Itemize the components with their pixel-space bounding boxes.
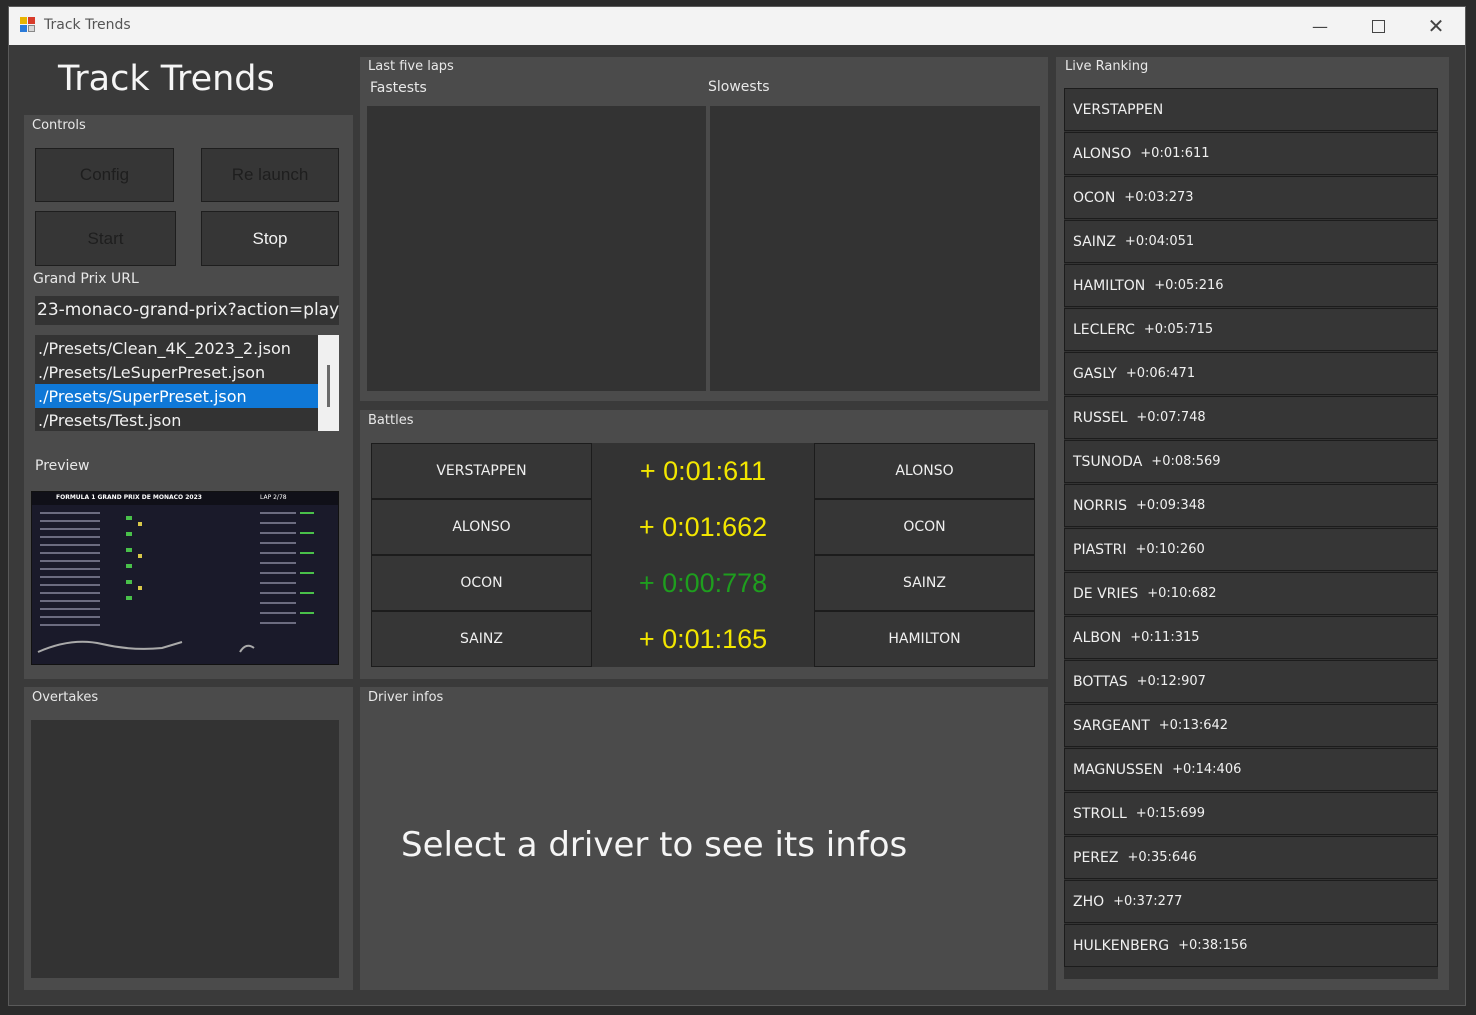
stop-button[interactable]: Stop bbox=[201, 211, 339, 266]
ranking-row[interactable]: ALBON +0:11:315 bbox=[1064, 616, 1438, 659]
grand-prix-url-label: Grand Prix URL bbox=[33, 271, 139, 287]
preset-list-item[interactable]: ./Presets/Clean_4K_2023_2.json bbox=[35, 336, 318, 360]
ranking-row[interactable]: GASLY +0:06:471 bbox=[1064, 352, 1438, 395]
ranking-row[interactable]: HULKENBERG +0:38:156 bbox=[1064, 924, 1438, 967]
main-window: Track Trends — ✕ Track Trends Controls C… bbox=[8, 6, 1466, 1006]
ranking-row[interactable]: DE VRIES +0:10:682 bbox=[1064, 572, 1438, 615]
preset-list-scrollbar[interactable] bbox=[318, 335, 339, 431]
live-ranking-group: Live Ranking VERSTAPPEN ALONSO +0:01:611 … bbox=[1056, 57, 1449, 990]
preview-image: FORMULA 1 GRAND PRIX DE MONACO 2023 LAP … bbox=[31, 491, 339, 665]
ranking-row[interactable]: MAGNUSSEN +0:14:406 bbox=[1064, 748, 1438, 791]
last-five-laps-group: Last five laps Fastests Slowests bbox=[360, 57, 1048, 401]
ranking-row[interactable]: SARGEANT +0:13:642 bbox=[1064, 704, 1438, 747]
last-five-laps-label: Last five laps bbox=[368, 59, 454, 74]
config-button[interactable]: Config bbox=[35, 148, 174, 202]
ranking-row[interactable]: NORRIS +0:09:348 bbox=[1064, 484, 1438, 527]
overtakes-group: Overtakes bbox=[24, 687, 353, 990]
battle-driver-ahead[interactable]: SAINZ bbox=[371, 611, 592, 667]
preset-list-item[interactable]: ./Presets/LeSuperPreset.json bbox=[35, 360, 318, 384]
ranking-row[interactable]: SAINZ +0:04:051 bbox=[1064, 220, 1438, 263]
close-icon: ✕ bbox=[1427, 14, 1445, 38]
overtakes-label: Overtakes bbox=[32, 690, 99, 705]
controls-group: Controls Config Re launch Start Stop Gra… bbox=[24, 115, 353, 679]
preview-label: Preview bbox=[35, 458, 90, 474]
window-title: Track Trends bbox=[44, 17, 131, 33]
preview-thumb-graphics bbox=[37, 512, 314, 653]
ranking-row[interactable]: HAMILTON +0:05:216 bbox=[1064, 264, 1438, 307]
preset-list[interactable]: ./Presets/Clean_4K_2023_2.json ./Presets… bbox=[35, 335, 339, 431]
relaunch-button[interactable]: Re launch bbox=[201, 148, 339, 202]
battle-gap: + 0:01:165 bbox=[592, 611, 814, 667]
battle-gap: + 0:00:778 bbox=[592, 555, 814, 611]
battle-driver-ahead[interactable]: VERSTAPPEN bbox=[371, 443, 592, 499]
ranking-row[interactable]: STROLL +0:15:699 bbox=[1064, 792, 1438, 835]
title-bar[interactable]: Track Trends — ✕ bbox=[9, 7, 1465, 45]
driver-infos-placeholder: Select a driver to see its infos bbox=[401, 825, 908, 865]
maximize-icon bbox=[1371, 19, 1385, 33]
start-button[interactable]: Start bbox=[35, 211, 176, 266]
grand-prix-url-input[interactable]: 23-monaco-grand-prix?action=play bbox=[35, 296, 339, 325]
live-ranking-list[interactable]: VERSTAPPEN ALONSO +0:01:611 OCON +0:03:273… bbox=[1064, 88, 1438, 979]
battle-driver-ahead[interactable]: ALONSO bbox=[371, 499, 592, 555]
minimize-button[interactable]: — bbox=[1291, 7, 1349, 45]
driver-infos-group: Driver infos Select a driver to see its … bbox=[360, 687, 1048, 990]
ranking-row[interactable]: PIASTRI +0:10:260 bbox=[1064, 528, 1438, 571]
close-button[interactable]: ✕ bbox=[1407, 7, 1465, 45]
battle-driver-behind[interactable]: OCON bbox=[814, 499, 1035, 555]
maximize-button[interactable] bbox=[1349, 7, 1407, 45]
battle-gap: + 0:01:611 bbox=[592, 443, 814, 499]
slowest-laps-list[interactable] bbox=[710, 106, 1040, 391]
minimize-icon: — bbox=[1312, 16, 1328, 36]
battle-driver-behind[interactable]: SAINZ bbox=[814, 555, 1035, 611]
battles-group: Battles VERSTAPPEN + 0:01:611 ALONSO ALO… bbox=[360, 410, 1048, 679]
overtakes-list[interactable] bbox=[31, 720, 339, 978]
ranking-row[interactable]: BOTTAS +0:12:907 bbox=[1064, 660, 1438, 703]
driver-infos-label: Driver infos bbox=[368, 690, 444, 705]
app-icon bbox=[20, 17, 37, 34]
battle-driver-behind[interactable]: HAMILTON bbox=[814, 611, 1035, 667]
scrollbar-thumb[interactable] bbox=[327, 365, 330, 407]
preset-list-item-selected[interactable]: ./Presets/SuperPreset.json bbox=[35, 384, 318, 408]
ranking-row[interactable]: TSUNODA +0:08:569 bbox=[1064, 440, 1438, 483]
ranking-row[interactable]: VERSTAPPEN bbox=[1064, 88, 1438, 131]
live-ranking-label: Live Ranking bbox=[1065, 59, 1149, 74]
ranking-row[interactable]: ALONSO +0:01:611 bbox=[1064, 132, 1438, 175]
app-heading: Track Trends bbox=[58, 59, 275, 99]
ranking-row[interactable]: RUSSEL +0:07:748 bbox=[1064, 396, 1438, 439]
ranking-row[interactable]: LECLERC +0:05:715 bbox=[1064, 308, 1438, 351]
controls-label: Controls bbox=[32, 118, 86, 133]
slowests-label: Slowests bbox=[708, 79, 770, 95]
fastest-laps-list[interactable] bbox=[367, 106, 706, 391]
battle-driver-ahead[interactable]: OCON bbox=[371, 555, 592, 611]
battle-gap: + 0:01:662 bbox=[592, 499, 814, 555]
preset-list-item[interactable]: ./Presets/Test.json bbox=[35, 408, 318, 431]
ranking-row[interactable]: PEREZ +0:35:646 bbox=[1064, 836, 1438, 879]
battles-label: Battles bbox=[368, 413, 414, 428]
ranking-row[interactable]: ZHO +0:37:277 bbox=[1064, 880, 1438, 923]
ranking-row[interactable]: OCON +0:03:273 bbox=[1064, 176, 1438, 219]
battle-driver-behind[interactable]: ALONSO bbox=[814, 443, 1035, 499]
fastests-label: Fastests bbox=[370, 80, 427, 96]
